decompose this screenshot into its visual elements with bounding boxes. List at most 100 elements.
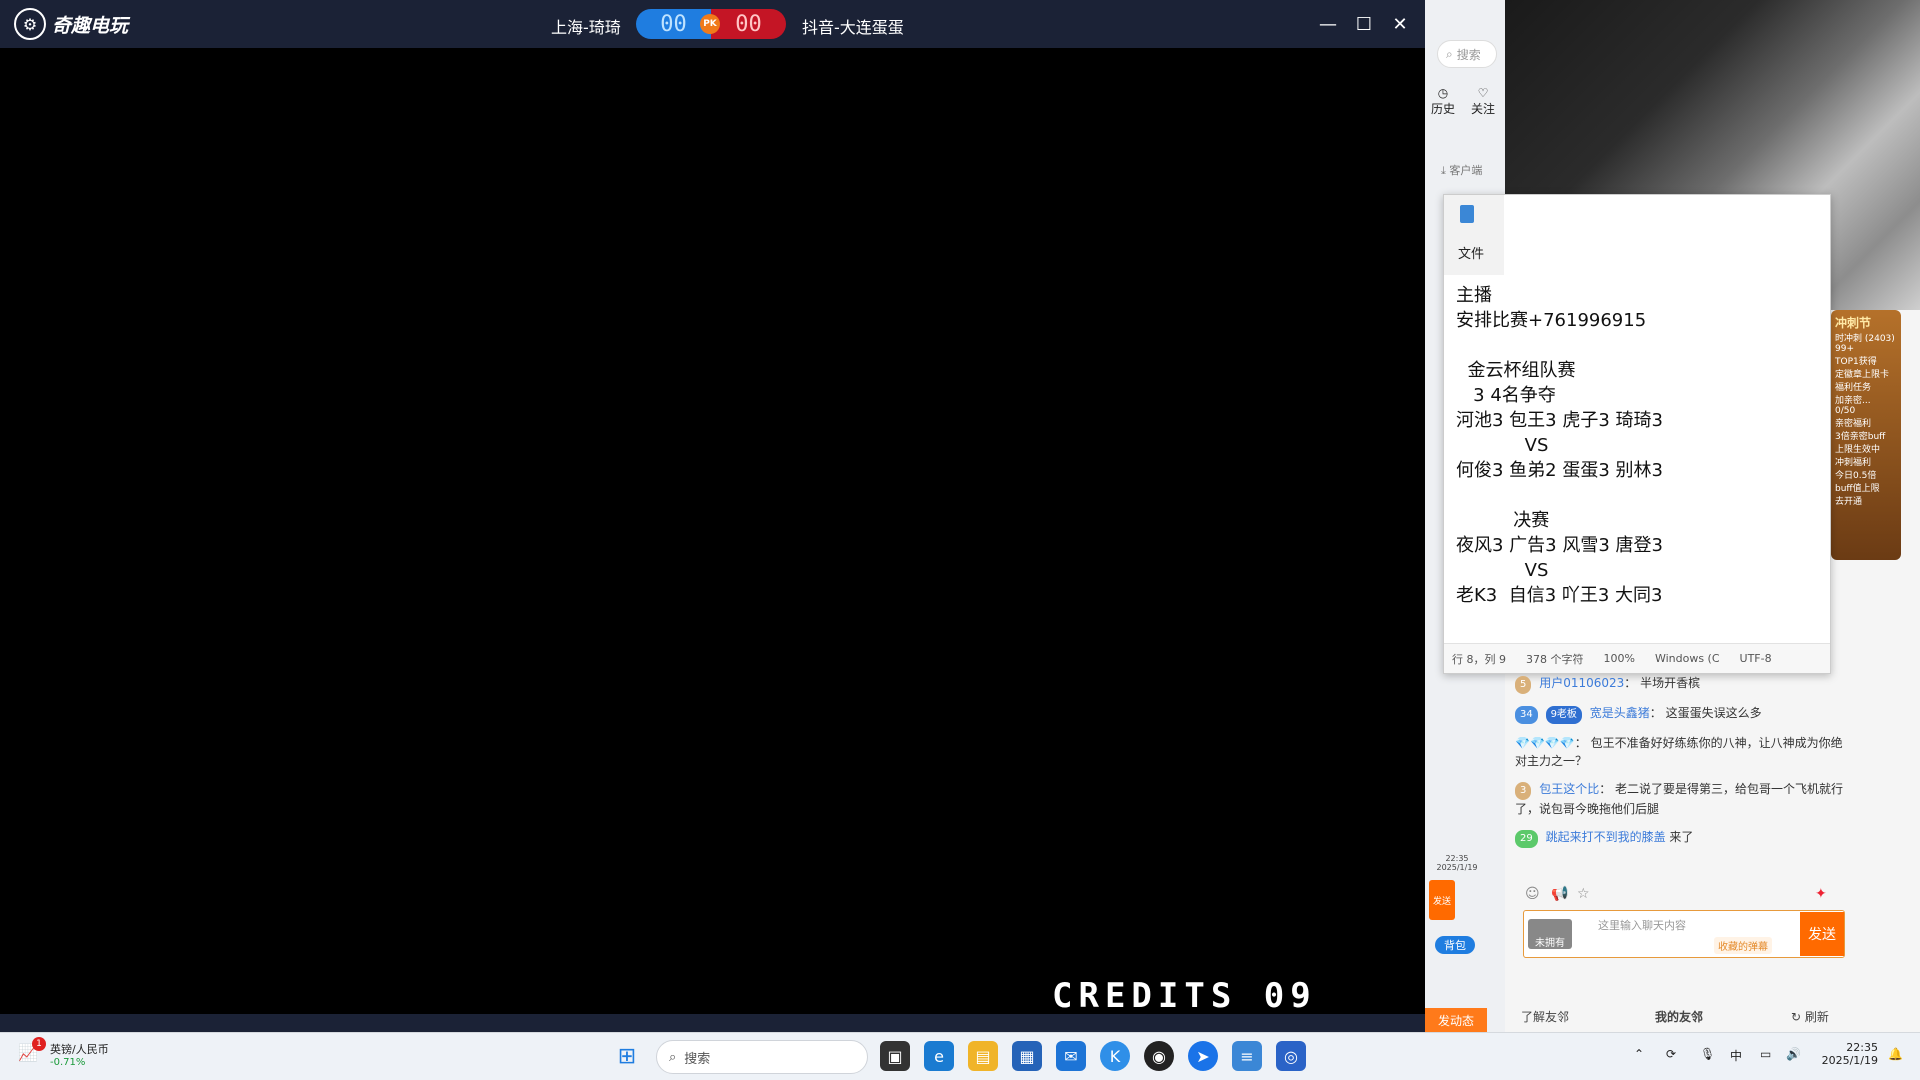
brand-name: 奇趣电玩 bbox=[52, 14, 129, 37]
store-icon[interactable]: ▦ bbox=[1012, 1041, 1042, 1071]
client-link[interactable]: ⤓ 客户端 bbox=[1441, 162, 1482, 178]
heart-icon: ♡ bbox=[1477, 86, 1489, 100]
saved-danmu-button[interactable]: 收藏的弹幕 bbox=[1714, 937, 1772, 954]
friends-bar: 了解友邻 我的友邻 ↻ 刷新 bbox=[1515, 1000, 1845, 1032]
microphone-icon[interactable]: 🎙 bbox=[1700, 1047, 1715, 1061]
close-button[interactable]: ✕ bbox=[1388, 12, 1412, 36]
chat-username[interactable]: 宽是头鑫猪 bbox=[1590, 706, 1650, 720]
maximize-button[interactable]: ☐ bbox=[1352, 12, 1376, 36]
star-icon[interactable]: ☆ bbox=[1577, 886, 1590, 902]
nav-history-label: 历史 bbox=[1430, 102, 1455, 116]
chat-input-placeholder: 这里输入聊天内容 bbox=[1598, 919, 1686, 932]
chat-text: 半场开香槟 bbox=[1640, 676, 1701, 690]
emoji-icon[interactable]: ☺ bbox=[1525, 886, 1540, 902]
promo-line: 加亲密... bbox=[1835, 396, 1871, 406]
clock-icon: ◷ bbox=[1437, 86, 1449, 100]
client-label: 客户端 bbox=[1449, 164, 1483, 177]
menu-file[interactable]: 文件 bbox=[1458, 243, 1484, 262]
nav-follow[interactable]: ♡ 关注 bbox=[1465, 86, 1501, 117]
gift-icon[interactable]: ✦ bbox=[1815, 886, 1827, 902]
chat-message: 34 9老板 宽是头鑫猪： 这蛋蛋失误这么多 bbox=[1515, 704, 1845, 724]
notepad-taskbar-icon[interactable]: ≡ bbox=[1232, 1041, 1262, 1071]
promo-line: 上限生效中 bbox=[1835, 445, 1881, 455]
windows-taskbar: 📈 1 英镑/人民币 -0.71% ⊞ ⌕ 搜索 ▣ e ▤ ▦ ✉ K ◉ ➤… bbox=[0, 1032, 1920, 1080]
refresh-icon: ↻ bbox=[1791, 1010, 1802, 1024]
stock-notification-badge: 1 bbox=[32, 1037, 46, 1051]
score-right: 00 bbox=[711, 9, 786, 39]
status-position: 行 8，列 9 bbox=[1452, 652, 1506, 666]
send-button[interactable]: 发送 bbox=[1800, 912, 1844, 956]
mini-date: 2025/1/19 bbox=[1436, 863, 1478, 872]
promo-line: 0/50 bbox=[1835, 406, 1856, 416]
promo-open-button[interactable]: 去开通 bbox=[1835, 494, 1897, 507]
chat-input-box[interactable]: 未拥有 这里输入聊天内容 收藏的弹幕 bbox=[1523, 910, 1845, 958]
feather-app-icon[interactable]: ➤ bbox=[1188, 1041, 1218, 1071]
not-owned-badge[interactable]: 未拥有 bbox=[1528, 919, 1572, 949]
search-icon: ⌕ bbox=[1446, 46, 1453, 61]
tray-expand-icon[interactable]: ⌃ bbox=[1634, 1047, 1644, 1061]
chat-message: 5 用户01106023： 半场开香槟 bbox=[1515, 674, 1845, 694]
learn-friends-link[interactable]: 了解友邻 bbox=[1521, 1008, 1569, 1025]
megaphone-icon[interactable]: 📢 bbox=[1551, 886, 1568, 902]
status-zoom: 100% bbox=[1603, 652, 1635, 665]
status-encoding: UTF-8 bbox=[1739, 652, 1772, 665]
search-icon: ⌕ bbox=[669, 1049, 677, 1065]
promo-line: 定徽章上限卡 bbox=[1835, 370, 1890, 380]
mail-icon[interactable]: ✉ bbox=[1056, 1041, 1086, 1071]
pk-scoreboard: 00 00 PK bbox=[636, 9, 786, 39]
promo-line: 冲刺福利 bbox=[1835, 458, 1872, 468]
sync-icon[interactable]: ⟳ bbox=[1666, 1047, 1676, 1061]
edge-browser-icon[interactable]: e bbox=[924, 1041, 954, 1071]
chat-message: 29 跳起来打不到我的膝盖 来了 bbox=[1515, 828, 1845, 848]
refresh-button[interactable]: ↻ 刷新 bbox=[1791, 1008, 1829, 1025]
post-dynamic-button[interactable]: 发动态 bbox=[1425, 1008, 1487, 1032]
network-icon[interactable]: ▭ bbox=[1760, 1047, 1771, 1061]
chat-username[interactable]: 包王这个比 bbox=[1539, 782, 1599, 796]
notepad-menu: 文件 bbox=[1444, 195, 1504, 275]
system-clock[interactable]: 22:35 2025/1/19 bbox=[1818, 1041, 1878, 1067]
promo-line: 时冲刺 (2403) bbox=[1835, 334, 1895, 344]
chat-text: 这蛋蛋失误这么多 bbox=[1665, 706, 1762, 720]
volume-icon[interactable]: 🔊 bbox=[1786, 1047, 1801, 1061]
chat-username[interactable]: 用户01106023 bbox=[1539, 676, 1624, 690]
promo-line: 99+ bbox=[1835, 344, 1854, 354]
kugou-icon[interactable]: K bbox=[1100, 1041, 1130, 1071]
promo-banner[interactable]: 冲刺节 时冲刺 (2403) 99+ TOP1获得 定徽章上限卡 福利任务 加亲… bbox=[1831, 310, 1901, 560]
promo-line: TOP1获得 bbox=[1835, 357, 1877, 367]
my-friends-tab[interactable]: 我的友邻 bbox=[1655, 1008, 1703, 1025]
player-right-name: 抖音-大连蛋蛋 bbox=[802, 18, 904, 37]
taskbar-search[interactable]: ⌕ 搜索 bbox=[656, 1040, 868, 1074]
chat-username[interactable]: 💎💎💎💎 bbox=[1515, 736, 1575, 750]
notepad-app-icon bbox=[1460, 205, 1474, 223]
notepad-window[interactable]: 文件 主播 安排比赛+761996915 金云杯组队赛 3 4名争夺 河池3 包… bbox=[1443, 194, 1831, 674]
mini-clock: 22:35 2025/1/19 bbox=[1427, 854, 1487, 872]
game-app-icon[interactable]: ◎ bbox=[1276, 1041, 1306, 1071]
windows-start-icon[interactable]: ⊞ bbox=[612, 1041, 642, 1071]
chat-username[interactable]: 跳起来打不到我的膝盖 bbox=[1546, 830, 1666, 844]
game-titlebar[interactable]: ⚙ 奇趣电玩 上海-琦琦 00 00 PK 抖音-大连蛋蛋 — ☐ ✕ bbox=[0, 0, 1425, 48]
notepad-text-area[interactable]: 主播 安排比赛+761996915 金云杯组队赛 3 4名争夺 河池3 包王3 … bbox=[1456, 283, 1806, 608]
brand-mark-icon: ⚙ bbox=[14, 8, 46, 40]
nav-history[interactable]: ◷ 历史 bbox=[1425, 86, 1461, 117]
mini-send-button[interactable]: 发送 bbox=[1429, 880, 1455, 920]
notification-bell-icon[interactable]: 🔔 bbox=[1888, 1047, 1903, 1061]
minimize-button[interactable]: — bbox=[1316, 12, 1340, 36]
chat-message-list[interactable]: 5 用户01106023： 半场开香槟 34 9老板 宽是头鑫猪： 这蛋蛋失误这… bbox=[1515, 674, 1845, 874]
status-chars: 378 个字符 bbox=[1526, 652, 1584, 666]
chat-text: 来了 bbox=[1669, 830, 1694, 844]
clock-date: 2025/1/19 bbox=[1821, 1054, 1878, 1067]
obs-icon[interactable]: ◉ bbox=[1144, 1041, 1174, 1071]
task-view-icon[interactable]: ▣ bbox=[880, 1041, 910, 1071]
promo-title: 冲刺节 bbox=[1835, 316, 1872, 330]
file-explorer-icon[interactable]: ▤ bbox=[968, 1041, 998, 1071]
search-input[interactable]: ⌕ 搜索 bbox=[1437, 40, 1497, 68]
stock-name[interactable]: 英镑/人民币 bbox=[50, 1041, 109, 1057]
ime-indicator[interactable]: 中 bbox=[1730, 1047, 1742, 1064]
pk-badge: PK bbox=[700, 14, 720, 34]
chat-toolbar: ☺ 📢 ☆ ✦ bbox=[1515, 884, 1845, 908]
promo-line: 今日0.5倍 bbox=[1835, 471, 1877, 481]
bag-button[interactable]: 背包 bbox=[1435, 936, 1475, 954]
taskbar-search-label: 搜索 bbox=[684, 1051, 711, 1067]
chat-message: 3 包王这个比： 老二说了要是得第三，给包哥一个飞机就行了，说包哥今晚拖他们后腿 bbox=[1515, 782, 1844, 816]
level-badge: 5 bbox=[1515, 676, 1532, 694]
